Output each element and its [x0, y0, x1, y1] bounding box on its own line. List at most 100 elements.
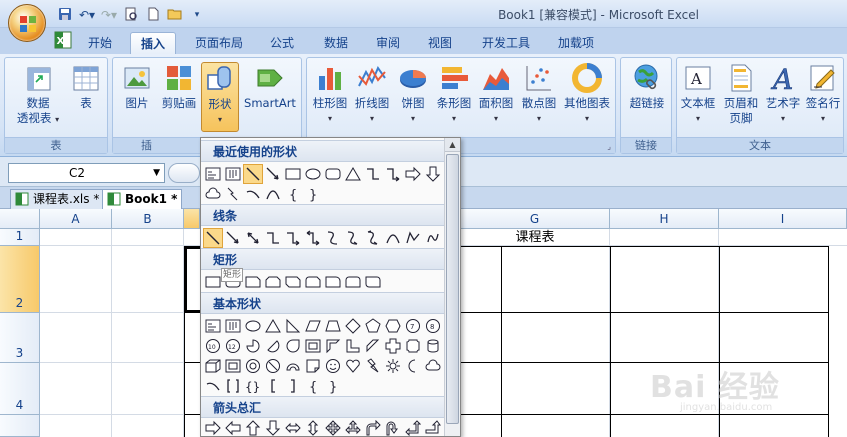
- u-turn-arrow-shape-icon[interactable]: [383, 418, 403, 437]
- bent-arrow-shape-icon[interactable]: [363, 418, 383, 437]
- textbox-shape-icon[interactable]: [203, 164, 223, 184]
- lightning-bolt-shape-icon[interactable]: [363, 356, 383, 376]
- triangle-shape-icon[interactable]: [263, 316, 283, 336]
- name-box[interactable]: C2 ▼: [8, 163, 165, 183]
- column-header-a[interactable]: A: [40, 209, 112, 229]
- line-shape-icon[interactable]: [243, 164, 263, 184]
- curved-connector-shape-icon[interactable]: [323, 228, 343, 248]
- can-shape-icon[interactable]: [423, 336, 443, 356]
- right-arrow-shape-icon[interactable]: [403, 164, 423, 184]
- octagon-shape-icon[interactable]: 8: [423, 316, 443, 336]
- hyperlink-button[interactable]: 超链接: [623, 62, 671, 111]
- freeform-shape-icon[interactable]: [403, 228, 423, 248]
- tab-home[interactable]: 开始: [80, 32, 120, 54]
- diamond-shape-icon[interactable]: [343, 316, 363, 336]
- parallelogram-shape-icon[interactable]: [303, 316, 323, 336]
- double-bracket-shape-icon[interactable]: [223, 376, 243, 396]
- column-header-c[interactable]: [184, 209, 200, 229]
- snip-single-corner-rect-icon[interactable]: [243, 272, 263, 292]
- line-chart-button[interactable]: 折线图 ▾: [351, 62, 393, 126]
- row-header-1[interactable]: 1: [0, 229, 40, 246]
- decagon-shape-icon[interactable]: 10: [203, 336, 223, 356]
- rounded-rectangle-shape-icon[interactable]: [323, 164, 343, 184]
- other-charts-button[interactable]: 其他图表 ▾: [561, 62, 613, 126]
- cross-shape-icon[interactable]: [383, 336, 403, 356]
- tab-insert[interactable]: 插入: [130, 32, 176, 54]
- shapes-button[interactable]: 形状 ▾: [201, 62, 239, 132]
- round-single-corner-rect-icon[interactable]: [323, 272, 343, 292]
- signature-line-button[interactable]: 签名行 ▾: [803, 62, 843, 126]
- quad-arrow-shape-icon[interactable]: [323, 418, 343, 437]
- elbow-double-arrow-shape-icon[interactable]: [303, 228, 323, 248]
- snip-round-rect-icon[interactable]: [303, 272, 323, 292]
- column-header-g[interactable]: G: [460, 209, 610, 229]
- smartart-button[interactable]: SmartArt: [241, 62, 299, 111]
- column-chart-button[interactable]: 柱形图 ▾: [309, 62, 351, 126]
- workbook-tab-book1[interactable]: Book1 *: [102, 189, 183, 209]
- column-header-i[interactable]: I: [719, 209, 847, 229]
- donut-shape-icon[interactable]: [243, 356, 263, 376]
- dodecagon-shape-icon[interactable]: 12: [223, 336, 243, 356]
- left-right-arrow-shape-icon[interactable]: [283, 418, 303, 437]
- scatter-chart-button[interactable]: 散点图 ▾: [517, 62, 561, 126]
- name-box-dropdown-icon[interactable]: ▼: [153, 164, 160, 182]
- tab-formulas[interactable]: 公式: [262, 32, 302, 54]
- charts-dialog-launcher-icon[interactable]: ⌟: [607, 142, 611, 151]
- right-brace-shape-icon[interactable]: }: [323, 376, 343, 396]
- clip-art-button[interactable]: 剪贴画: [157, 62, 201, 111]
- tab-developer[interactable]: 开发工具: [474, 32, 538, 54]
- selected-cell-c2[interactable]: [185, 247, 200, 312]
- textbox-shape-icon[interactable]: [203, 316, 223, 336]
- teardrop-shape-icon[interactable]: [283, 336, 303, 356]
- up-down-arrow-shape-icon[interactable]: [303, 418, 323, 437]
- workbook-tab-schedule[interactable]: 课程表.xls *: [10, 189, 105, 209]
- tab-page-layout[interactable]: 页面布局: [188, 32, 250, 54]
- arc-shape-icon[interactable]: [243, 184, 263, 204]
- right-bracket-shape-icon[interactable]: [283, 376, 303, 396]
- trapezoid-shape-icon[interactable]: [323, 316, 343, 336]
- plaque-shape-icon[interactable]: [403, 336, 423, 356]
- right-brace-shape-icon[interactable]: }: [303, 184, 323, 204]
- area-chart-button[interactable]: 面积图 ▾: [475, 62, 517, 126]
- vertical-textbox-shape-icon[interactable]: [223, 164, 243, 184]
- left-bracket-shape-icon[interactable]: [263, 376, 283, 396]
- left-brace-shape-icon[interactable]: {: [303, 376, 323, 396]
- left-right-up-arrow-shape-icon[interactable]: [343, 418, 363, 437]
- oval-shape-icon[interactable]: [243, 316, 263, 336]
- diagonal-stripe-shape-icon[interactable]: [363, 336, 383, 356]
- triangle-shape-icon[interactable]: [343, 164, 363, 184]
- text-box-button[interactable]: A 文本框 ▾: [677, 62, 719, 126]
- column-header-b[interactable]: B: [112, 209, 184, 229]
- down-arrow-shape-icon[interactable]: [263, 418, 283, 437]
- column-header-h[interactable]: H: [610, 209, 719, 229]
- snip-diagonal-rect-icon[interactable]: [283, 272, 303, 292]
- table-button[interactable]: 表: [67, 62, 105, 111]
- heart-shape-icon[interactable]: [343, 356, 363, 376]
- row-header-2[interactable]: 2: [0, 246, 40, 313]
- l-shape-icon[interactable]: [343, 336, 363, 356]
- moon-shape-icon[interactable]: [403, 356, 423, 376]
- cloud-shape-icon[interactable]: [203, 184, 223, 204]
- down-arrow-shape-icon[interactable]: [423, 164, 443, 184]
- row-header-4[interactable]: 4: [0, 363, 40, 415]
- frame-shape-icon[interactable]: [303, 336, 323, 356]
- header-footer-button[interactable]: 页眉和 页脚: [719, 62, 763, 126]
- cloud-shape-icon[interactable]: [423, 356, 443, 376]
- elbow-arrow-connector-shape-icon[interactable]: [283, 228, 303, 248]
- right-arrow-shape-icon[interactable]: [203, 418, 223, 437]
- round-same-side-rect-icon[interactable]: [343, 272, 363, 292]
- snip-same-side-rect-icon[interactable]: [263, 272, 283, 292]
- sun-shape-icon[interactable]: [383, 356, 403, 376]
- heptagon-shape-icon[interactable]: 7: [403, 316, 423, 336]
- bar-chart-button[interactable]: 条形图 ▾: [433, 62, 475, 126]
- cell-schedule-title[interactable]: 课程表: [460, 229, 610, 246]
- tab-review[interactable]: 审阅: [368, 32, 408, 54]
- double-brace-shape-icon[interactable]: {}: [243, 376, 263, 396]
- left-arrow-shape-icon[interactable]: [223, 418, 243, 437]
- bevel-shape-icon[interactable]: [223, 356, 243, 376]
- elbow-arrow-connector-shape-icon[interactable]: [383, 164, 403, 184]
- folded-corner-shape-icon[interactable]: [303, 356, 323, 376]
- scribble-shape-icon[interactable]: [423, 228, 443, 248]
- rectangle-shape-icon[interactable]: [283, 164, 303, 184]
- block-arc-shape-icon[interactable]: [283, 356, 303, 376]
